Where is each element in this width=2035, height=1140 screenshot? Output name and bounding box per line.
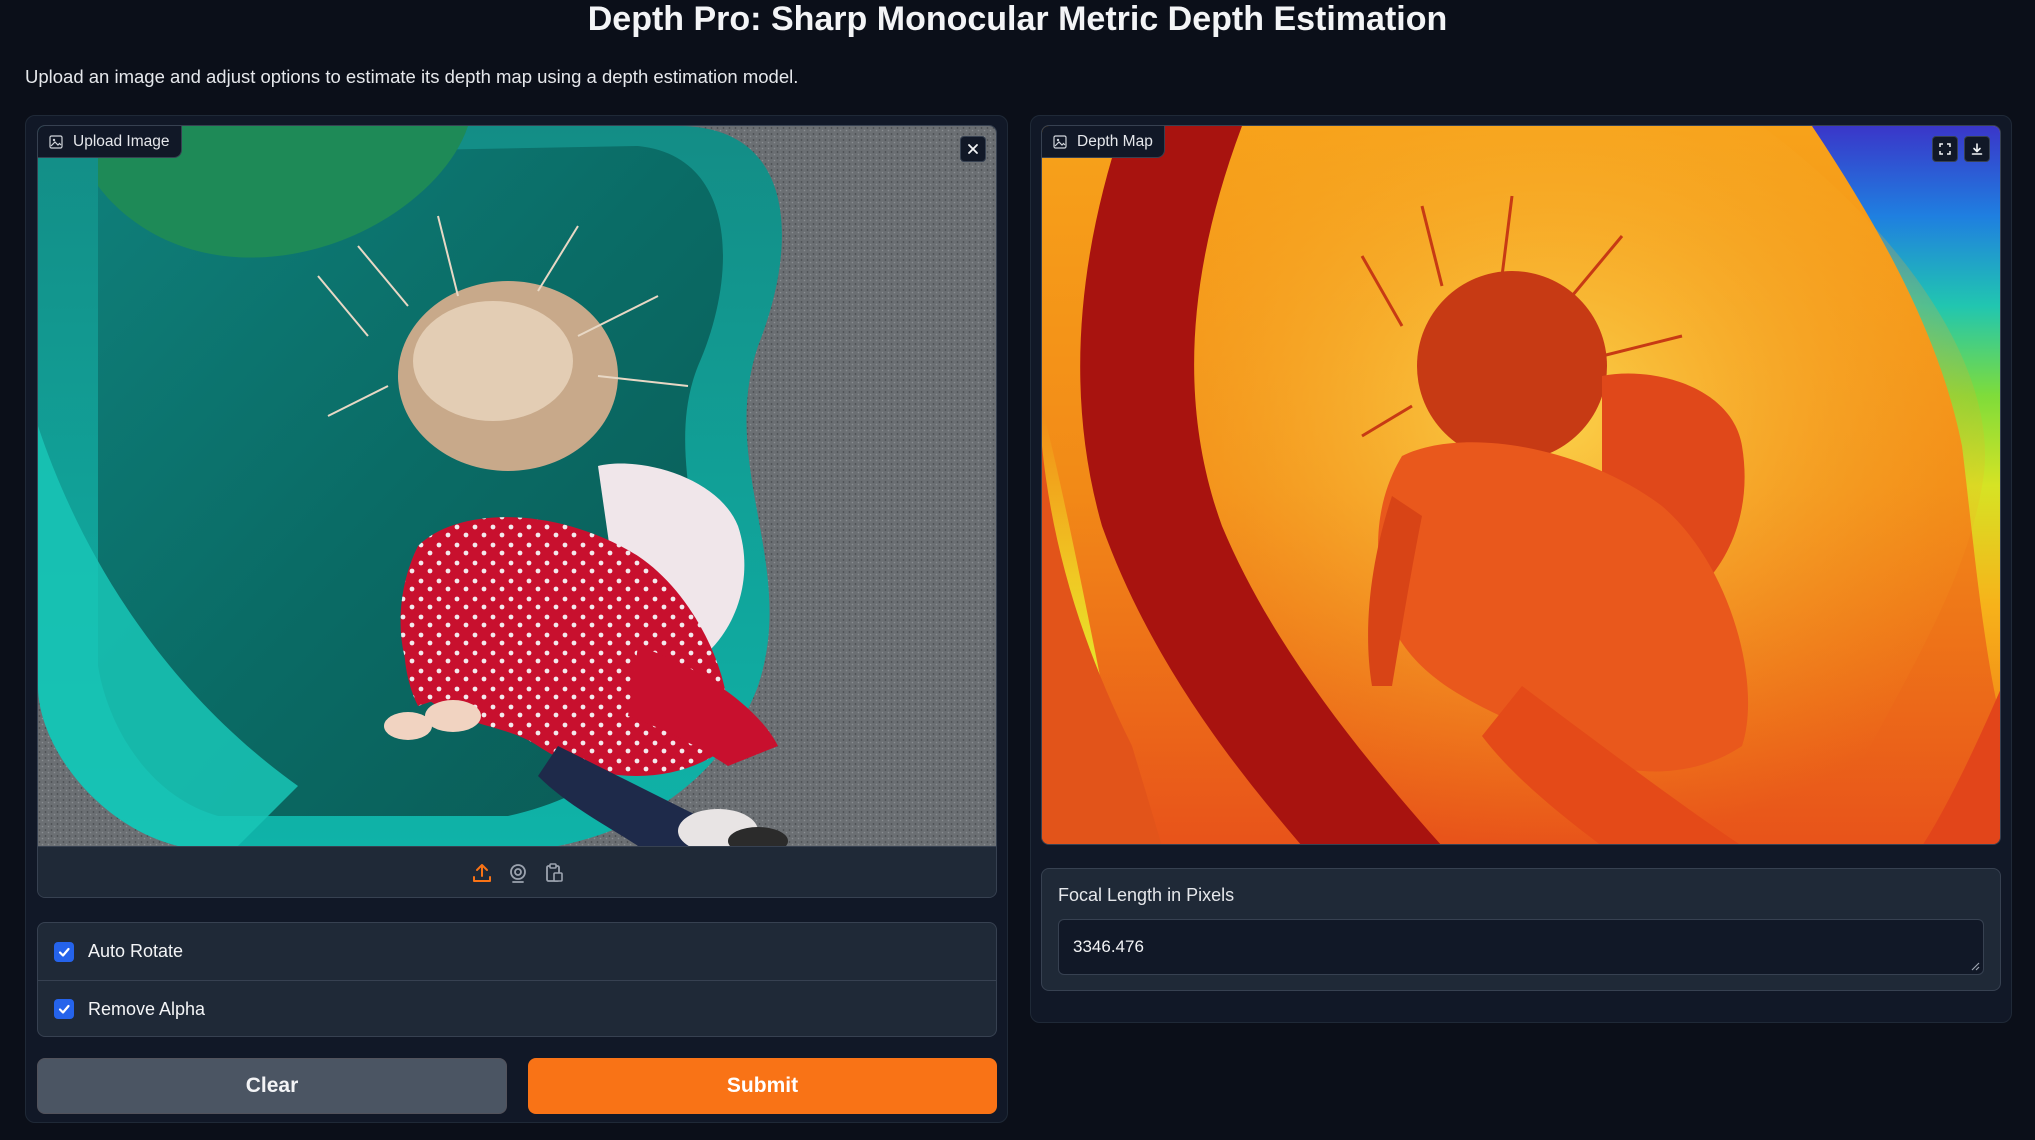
- input-panel: Upload Image Auto Rotate Remove Alpha Cl…: [25, 115, 1008, 1123]
- clear-button[interactable]: Clear: [37, 1058, 507, 1114]
- remove-alpha-option[interactable]: Remove Alpha: [38, 980, 996, 1036]
- options-group: Auto Rotate Remove Alpha: [37, 922, 997, 1037]
- clear-image-button[interactable]: [960, 136, 986, 162]
- image-icon: [1053, 134, 1067, 149]
- checkmark-icon: [58, 947, 70, 957]
- depth-map-component: Depth Map: [1041, 125, 2001, 845]
- webcam-icon: [510, 864, 526, 883]
- fullscreen-button[interactable]: [1932, 136, 1958, 162]
- page-title: Depth Pro: Sharp Monocular Metric Depth …: [587, 0, 1448, 38]
- uploaded-photo: [38, 126, 996, 846]
- focal-length-field: Focal Length in Pixels 3346.476: [1041, 868, 2001, 991]
- upload-image-component[interactable]: Upload Image: [37, 125, 997, 898]
- download-icon: [1971, 143, 1983, 155]
- submit-button[interactable]: Submit: [528, 1058, 997, 1114]
- resize-handle-icon[interactable]: [1970, 961, 1980, 971]
- auto-rotate-checkbox[interactable]: [54, 941, 74, 962]
- app-root: Depth Pro: Sharp Monocular Metric Depth …: [0, 0, 2035, 1140]
- remove-alpha-label: Remove Alpha: [88, 998, 206, 1019]
- fullscreen-icon: [1939, 143, 1951, 155]
- remove-alpha-checkbox[interactable]: [54, 999, 74, 1019]
- download-button[interactable]: [1964, 136, 1990, 162]
- depth-map-label-text: Depth Map: [1077, 132, 1153, 150]
- image-icon: [49, 134, 63, 149]
- upload-source-button[interactable]: [471, 862, 493, 884]
- upload-icon: [473, 864, 491, 882]
- close-icon: [968, 144, 978, 154]
- image-source-bar: [38, 846, 996, 897]
- upload-image-label-text: Upload Image: [73, 132, 170, 150]
- focal-length-input[interactable]: 3346.476: [1058, 919, 1984, 975]
- auto-rotate-label: Auto Rotate: [88, 941, 184, 961]
- clipboard-icon: [546, 863, 563, 882]
- checkmark-icon: [58, 1004, 70, 1014]
- depth-map-image: [1042, 126, 2000, 844]
- upload-image-label: Upload Image: [38, 126, 182, 158]
- page-description: Upload an image and adjust options to es…: [25, 66, 799, 87]
- auto-rotate-option[interactable]: Auto Rotate: [38, 923, 996, 980]
- webcam-source-button[interactable]: [507, 862, 529, 884]
- depth-map-label: Depth Map: [1042, 126, 1165, 158]
- output-panel: Depth Map Focal Length in Pixels 3346.47…: [1030, 115, 2012, 1023]
- focal-length-value: 3346.476: [1073, 937, 1144, 956]
- clipboard-source-button[interactable]: [543, 862, 565, 884]
- focal-length-label: Focal Length in Pixels: [1058, 885, 1235, 905]
